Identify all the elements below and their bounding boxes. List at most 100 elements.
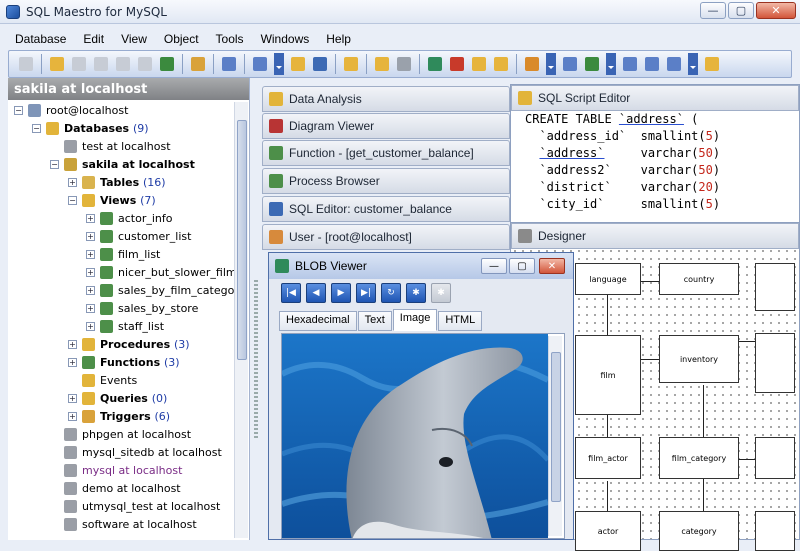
entity-film-actor[interactable]: film_actor [575, 437, 641, 479]
tree-item[interactable]: phpgen at localhost [8, 426, 234, 444]
entity-store[interactable] [755, 333, 795, 393]
scrollbar-thumb[interactable] [551, 352, 561, 502]
tree-item[interactable]: + actor_info [8, 210, 234, 228]
expand-toggle[interactable]: + [68, 178, 77, 187]
expand-toggle[interactable]: + [68, 394, 77, 403]
collapse-toggle[interactable]: − [50, 160, 59, 169]
toolbar-chevron[interactable] [546, 53, 556, 75]
sql-code[interactable]: CREATE TABLE `address` ( `address_id` sm… [525, 111, 720, 213]
table-button[interactable] [219, 54, 239, 74]
tab-function[interactable]: Function - [get_customer_balance] [262, 140, 510, 166]
tree-item[interactable]: + Procedures (3) [8, 336, 234, 354]
tab-html[interactable]: HTML [438, 311, 483, 331]
chart-button[interactable] [447, 54, 467, 74]
menu-windows[interactable]: Windows [260, 30, 311, 48]
maximize-button[interactable]: ▢ [728, 2, 754, 19]
expand-toggle[interactable]: + [86, 214, 95, 223]
refresh-record-button[interactable]: ↻ [381, 283, 401, 303]
entity-film-category[interactable]: film_category [659, 437, 739, 479]
entity-actor[interactable]: actor [575, 511, 641, 551]
cascade-button[interactable] [642, 54, 662, 74]
tree-item[interactable]: + Functions (3) [8, 354, 234, 372]
menu-object[interactable]: Object [163, 30, 200, 48]
expand-toggle[interactable]: + [68, 412, 77, 421]
entity-payment[interactable] [755, 511, 795, 551]
tree-item[interactable]: + staff_list [8, 318, 234, 336]
drop-object-button[interactable] [91, 54, 111, 74]
sql-editor-button[interactable] [288, 54, 308, 74]
tree-item[interactable]: mysql_sitedb at localhost [8, 444, 234, 462]
entity-film[interactable]: film [575, 335, 641, 415]
image-button[interactable] [425, 54, 445, 74]
scrollbar-thumb[interactable] [237, 120, 247, 360]
entity-city[interactable] [755, 263, 795, 311]
package-button[interactable] [469, 54, 489, 74]
tree-item[interactable]: software at localhost [8, 516, 234, 534]
tab-data-analysis[interactable]: Data Analysis [262, 86, 510, 112]
tree-item[interactable]: + sales_by_store [8, 300, 234, 318]
menu-edit[interactable]: Edit [82, 30, 105, 48]
collapse-toggle[interactable]: − [68, 196, 77, 205]
first-record-button[interactable]: |◀ [281, 283, 301, 303]
tab-diagram-viewer[interactable]: Diagram Viewer [262, 113, 510, 139]
tree-item[interactable]: Events [8, 372, 234, 390]
script-button[interactable] [341, 54, 361, 74]
database-button[interactable] [188, 54, 208, 74]
menu-tools[interactable]: Tools [215, 30, 245, 48]
print-button[interactable] [394, 54, 414, 74]
expand-toggle[interactable]: + [86, 250, 95, 259]
collapse-toggle[interactable]: − [14, 106, 23, 115]
help-button[interactable] [702, 54, 722, 74]
splitter[interactable] [254, 280, 258, 440]
tree-item[interactable]: − Views (7) [8, 192, 234, 210]
close-button[interactable]: ✕ [756, 2, 796, 19]
tree-item[interactable]: − Databases (9) [8, 120, 234, 138]
next-record-button[interactable]: ▶ [331, 283, 351, 303]
tile-button[interactable] [664, 54, 684, 74]
refresh-button[interactable] [16, 54, 36, 74]
expand-toggle[interactable]: + [86, 232, 95, 241]
load-button[interactable]: ✱ [406, 283, 426, 303]
expand-toggle[interactable]: + [86, 322, 95, 331]
tree-item[interactable]: − root@localhost [8, 102, 234, 120]
menu-database[interactable]: Database [14, 30, 67, 48]
tree-item[interactable]: + Triggers (6) [8, 408, 234, 426]
blob-minimize-button[interactable]: — [481, 258, 507, 274]
tab-sql-script-editor[interactable]: SQL Script Editor [511, 85, 799, 111]
toolbar-chevron[interactable] [606, 53, 616, 75]
connect-button[interactable] [157, 54, 177, 74]
prior-record-button[interactable]: ◀ [306, 283, 326, 303]
toolbar-chevron[interactable] [274, 53, 284, 75]
new-object-button[interactable] [47, 54, 67, 74]
tools-button[interactable] [522, 54, 542, 74]
entity-category[interactable]: category [659, 511, 739, 551]
export-button[interactable] [372, 54, 392, 74]
tree-item[interactable]: mysql at localhost [8, 462, 234, 480]
edit-object-button[interactable] [69, 54, 89, 74]
blob-close-button[interactable]: ✕ [539, 258, 565, 274]
backup-button[interactable] [491, 54, 511, 74]
disconnect-button[interactable] [113, 54, 133, 74]
tree-item[interactable]: test at localhost [8, 138, 234, 156]
expand-toggle[interactable]: + [68, 340, 77, 349]
expand-toggle[interactable]: + [86, 286, 95, 295]
properties-button[interactable] [135, 54, 155, 74]
tree-item[interactable]: + film_list [8, 246, 234, 264]
entity-language[interactable]: language [575, 263, 641, 295]
blob-restore-button[interactable]: ▢ [509, 258, 535, 274]
tab-sql-editor[interactable]: SQL Editor: customer_balance [262, 196, 510, 222]
query-builder-button[interactable] [310, 54, 330, 74]
tree-item[interactable]: + Tables (16) [8, 174, 234, 192]
expand-toggle[interactable]: + [86, 268, 95, 277]
toolbar-chevron[interactable] [688, 53, 698, 75]
tab-image[interactable]: Image [392, 309, 438, 331]
save-button[interactable]: ✱ [431, 283, 451, 303]
explorer-scrollbar[interactable] [234, 102, 248, 538]
minimize-button[interactable]: — [700, 2, 726, 19]
tab-designer[interactable]: Designer [511, 223, 799, 249]
image-scrollbar[interactable] [548, 336, 562, 536]
collapse-toggle[interactable]: − [32, 124, 41, 133]
entity-country[interactable]: country [659, 263, 739, 295]
menu-help[interactable]: Help [325, 30, 352, 48]
tree-item[interactable]: + sales_by_film_categor [8, 282, 239, 300]
